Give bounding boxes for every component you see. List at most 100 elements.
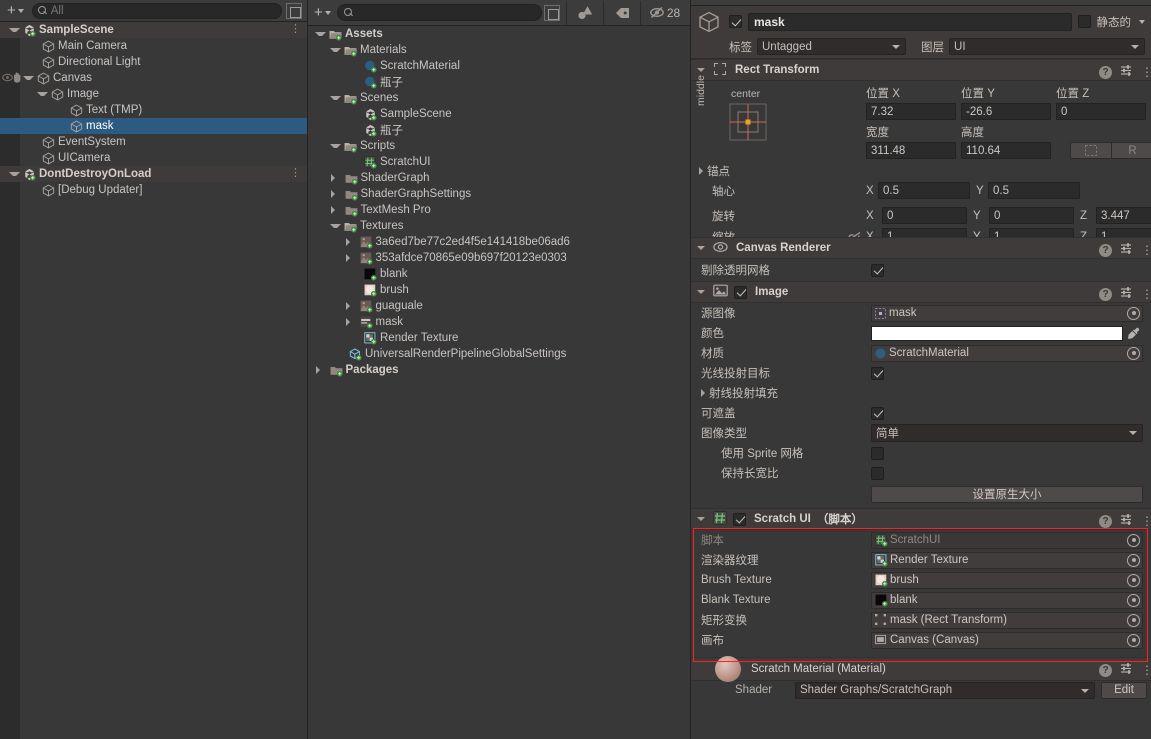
pos-z-input[interactable]: 0 bbox=[1056, 103, 1146, 120]
settings-icon[interactable] bbox=[1120, 513, 1133, 529]
hierarchy-add-button[interactable]: + bbox=[3, 2, 28, 19]
project-item-353afdce70865e09b697f20123e0303[interactable]: 353afdce70865e09b697f20123e0303 bbox=[308, 250, 690, 266]
help-icon[interactable]: ? bbox=[1099, 287, 1112, 301]
help-icon[interactable]: ? bbox=[1099, 243, 1112, 257]
object-picker-icon[interactable] bbox=[1127, 346, 1140, 360]
help-icon[interactable]: ? bbox=[1099, 514, 1112, 528]
project-item-assets[interactable]: Assets bbox=[308, 26, 690, 42]
raycast-padding-foldout[interactable]: 射线投射填充 bbox=[691, 383, 1151, 403]
blueprint-mode-button[interactable] bbox=[1070, 142, 1112, 159]
project-item-universalrenderpipelineglobalsettings[interactable]: UniversalRenderPipelineGlobalSettings bbox=[308, 346, 690, 362]
project-item-guaguale[interactable]: guaguale bbox=[308, 298, 690, 314]
object-picker-icon[interactable] bbox=[1127, 613, 1140, 627]
foldout-down-icon[interactable] bbox=[330, 224, 341, 228]
raycast-target-checkbox[interactable] bbox=[871, 366, 884, 380]
set-native-size-button[interactable]: 设置原生大小 bbox=[871, 485, 1143, 503]
hierarchy-item-main-camera[interactable]: Main Camera bbox=[0, 38, 307, 54]
anchors-foldout[interactable]: 锚点 bbox=[699, 163, 730, 179]
component-header-canvas-renderer[interactable]: Canvas Renderer ? ⋮ bbox=[691, 237, 1151, 259]
settings-icon[interactable] bbox=[1120, 662, 1133, 678]
object-picker-icon[interactable] bbox=[1127, 533, 1140, 547]
scratch-ui-objectfield-画布[interactable]: Canvas (Canvas) bbox=[871, 631, 1143, 649]
use-sprite-mesh-checkbox[interactable] bbox=[871, 446, 884, 460]
foldout-down-icon[interactable] bbox=[697, 68, 705, 72]
pickability-hand-icon[interactable] bbox=[12, 72, 22, 83]
settings-icon[interactable] bbox=[1120, 286, 1133, 302]
shader-edit-button[interactable]: Edit bbox=[1101, 681, 1147, 699]
project-item-packages[interactable]: Packages bbox=[308, 362, 690, 378]
object-picker-icon[interactable] bbox=[1127, 553, 1140, 567]
hierarchy-item-debug-updater[interactable]: [Debug Updater] bbox=[0, 182, 307, 198]
project-item-scripts[interactable]: Scripts bbox=[308, 138, 690, 154]
component-header-material-preview[interactable]: Scratch Material (Material) ? ⋮ bbox=[691, 656, 1151, 682]
pos-x-input[interactable]: 7.32 bbox=[866, 103, 956, 120]
shader-dropdown[interactable]: Shader Graphs/ScratchGraph bbox=[795, 681, 1095, 699]
open-window-icon[interactable] bbox=[544, 4, 560, 21]
color-swatch[interactable] bbox=[871, 325, 1123, 341]
foldout-down-icon[interactable] bbox=[37, 92, 48, 96]
settings-icon[interactable] bbox=[1120, 242, 1133, 258]
foldout-down-icon[interactable] bbox=[9, 28, 20, 32]
filter-by-type-button[interactable] bbox=[566, 0, 603, 25]
foldout-down-icon[interactable] bbox=[9, 172, 20, 176]
rotation-z-input[interactable]: 3.447 bbox=[1096, 207, 1151, 224]
hidden-packages-toggle[interactable]: 28 bbox=[640, 0, 688, 25]
scratch-ui-objectfield-blank-texture[interactable]: blank bbox=[871, 591, 1143, 609]
more-menu-icon[interactable]: ⋮ bbox=[1141, 515, 1151, 527]
filter-by-label-button[interactable] bbox=[603, 0, 640, 25]
project-item-3a6ed7be77c2ed4f5e141418be06ad6[interactable]: 3a6ed7be77c2ed4f5e141418be06ad6 bbox=[308, 234, 690, 250]
width-input[interactable]: 311.48 bbox=[866, 142, 956, 159]
cull-transparent-mesh-checkbox[interactable] bbox=[871, 263, 884, 277]
source-image-objectfield[interactable]: mask bbox=[871, 304, 1143, 322]
project-item-samplescene[interactable]: SampleScene bbox=[308, 106, 690, 122]
visibility-eye-icon[interactable] bbox=[2, 73, 13, 82]
material-objectfield[interactable]: ScratchMaterial bbox=[871, 344, 1143, 362]
more-menu-icon[interactable]: ⋮ bbox=[1141, 66, 1151, 78]
preserve-aspect-checkbox[interactable] bbox=[871, 466, 884, 480]
maskable-checkbox[interactable] bbox=[871, 406, 884, 420]
foldout-down-icon[interactable] bbox=[315, 32, 326, 36]
object-picker-icon[interactable] bbox=[1127, 633, 1140, 647]
foldout-right-icon[interactable] bbox=[330, 174, 342, 182]
project-item-shadergraphsettings[interactable]: ShaderGraphSettings bbox=[308, 186, 690, 202]
hierarchy-item-uicamera[interactable]: UICamera bbox=[0, 150, 307, 166]
open-window-icon[interactable] bbox=[286, 2, 302, 19]
gameobject-enabled-checkbox[interactable] bbox=[729, 15, 742, 28]
component-header-rect-transform[interactable]: Rect Transform ? ⋮ bbox=[691, 59, 1151, 81]
foldout-right-icon[interactable] bbox=[330, 190, 342, 198]
hierarchy-item-canvas[interactable]: Canvas bbox=[0, 70, 307, 86]
rotation-x-input[interactable]: 0 bbox=[882, 207, 967, 224]
pivot-y-input[interactable]: 0.5 bbox=[988, 182, 1080, 199]
static-checkbox[interactable] bbox=[1077, 15, 1091, 28]
foldout-right-icon[interactable] bbox=[315, 366, 327, 374]
object-picker-icon[interactable] bbox=[1127, 593, 1140, 607]
foldout-down-icon[interactable] bbox=[330, 144, 341, 148]
settings-icon[interactable] bbox=[1120, 64, 1133, 80]
scratch-ui-objectfield-矩形变换[interactable]: mask (Rect Transform) bbox=[871, 611, 1143, 629]
foldout-down-icon[interactable] bbox=[697, 246, 705, 250]
hierarchy-item-mask[interactable]: mask bbox=[0, 118, 307, 134]
row-menu-icon[interactable]: ⋮ bbox=[290, 168, 301, 179]
project-item-textures[interactable]: Textures bbox=[308, 218, 690, 234]
object-picker-icon[interactable] bbox=[1127, 306, 1140, 320]
project-item-blank[interactable]: blank bbox=[308, 266, 690, 282]
help-icon[interactable]: ? bbox=[1099, 663, 1112, 677]
project-item-shadergraph[interactable]: ShaderGraph bbox=[308, 170, 690, 186]
hierarchy-item-dontdestroyonload[interactable]: DontDestroyOnLoad ⋮ bbox=[0, 166, 307, 182]
project-item-scratchmaterial[interactable]: ScratchMaterial bbox=[308, 58, 690, 74]
foldout-down-icon[interactable] bbox=[330, 96, 341, 100]
more-menu-icon[interactable]: ⋮ bbox=[1141, 288, 1151, 300]
foldout-down-icon[interactable] bbox=[23, 76, 34, 80]
static-dropdown-icon[interactable] bbox=[1139, 19, 1145, 24]
hierarchy-search-input[interactable]: All bbox=[31, 2, 282, 19]
image-enabled-checkbox[interactable] bbox=[734, 285, 747, 299]
component-header-scratch-ui[interactable]: Scratch UI （脚本） ? ⋮ bbox=[691, 508, 1151, 530]
scratch-ui-objectfield-brush-texture[interactable]: brush bbox=[871, 571, 1143, 589]
scratch-ui-objectfield-脚本[interactable]: ScratchUI bbox=[871, 531, 1143, 549]
foldout-right-icon[interactable] bbox=[345, 238, 357, 246]
hierarchy-item-directional-light[interactable]: Directional Light bbox=[0, 54, 307, 70]
pos-y-input[interactable]: -26.6 bbox=[961, 103, 1051, 120]
hierarchy-item-image[interactable]: Image bbox=[0, 86, 307, 102]
scratch-ui-objectfield-渲染器纹理[interactable]: Render Texture bbox=[871, 551, 1143, 569]
hierarchy-item-samplescene[interactable]: SampleScene ⋮ bbox=[0, 22, 307, 38]
